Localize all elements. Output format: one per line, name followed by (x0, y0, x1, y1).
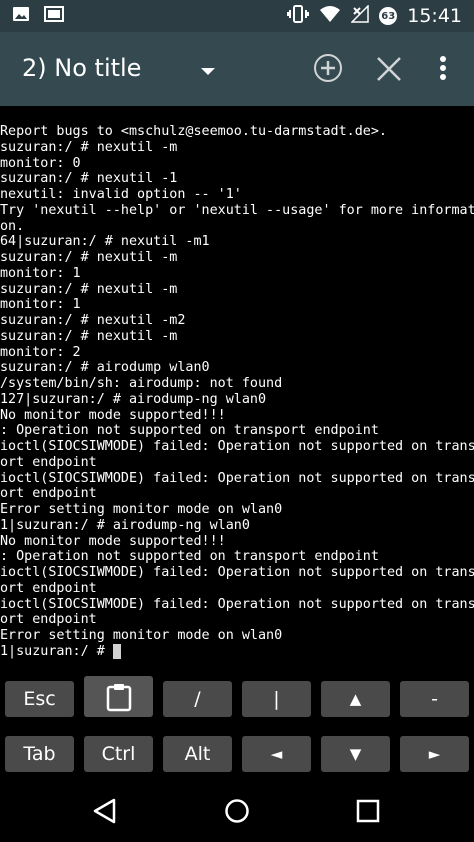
close-session-button[interactable] (374, 54, 404, 84)
session-title[interactable]: 2) No title (22, 54, 141, 82)
back-triangle-icon (93, 798, 116, 824)
terminal-line: suzuran:/ # nexutil -m (0, 250, 178, 265)
status-left-group (0, 5, 64, 27)
terminal-line: 1|suzuran:/ # airodump-ng wlan0 (0, 517, 250, 533)
terminal-lines: Report bugs to <mschulz@seemoo.tu-darmst… (0, 124, 474, 644)
terminal-line: 127|suzuran:/ # airodump-ng wlan0 (0, 391, 267, 407)
pipe-key[interactable]: | (242, 681, 311, 717)
app-bar: 2) No title (0, 32, 474, 106)
terminal-line: ort endpoint (0, 612, 97, 628)
add-circle-icon (314, 54, 342, 82)
terminal-line: monitor: 2 (0, 344, 81, 360)
terminal-line: suzuran:/ # airodump wlan0 (0, 360, 210, 376)
terminal-line: suzuran:/ # nexutil -m (0, 328, 178, 344)
image-icon (12, 5, 30, 27)
terminal-line: No monitor mode supported!!! (0, 407, 226, 423)
more-vert-icon (440, 56, 446, 80)
alt-key[interactable]: Alt (163, 736, 232, 772)
add-session-button[interactable] (312, 52, 344, 84)
home-circle-icon (225, 799, 249, 823)
recents-button[interactable] (356, 799, 380, 827)
terminal-line: on. (0, 218, 25, 234)
status-bar: 63 15:41 (0, 0, 474, 32)
recents-square-icon (356, 799, 380, 823)
extra-keys-bar: Esc / | ▲ - Tab Ctrl Alt ◄ ▼ ► (0, 668, 474, 778)
terminal-line: Error setting monitor mode on wlan0 (0, 502, 283, 517)
terminal-line: ort endpoint (0, 580, 97, 596)
terminal-prompt-line[interactable]: 1|suzuran:/ # (0, 643, 474, 660)
terminal-line: Try 'nexutil --help' or 'nexutil --usage… (0, 202, 474, 218)
dropdown-arrow-icon[interactable] (200, 62, 216, 81)
terminal-line: suzuran:/ # nexutil -m (0, 139, 178, 155)
battery-icon: 63 (379, 7, 398, 25)
terminal-prompt: 1|suzuran:/ # (0, 643, 113, 659)
terminal-line: ioctl(SIOCSIWMODE) failed: Operation not… (0, 596, 474, 612)
terminal-output[interactable]: Report bugs to <mschulz@seemoo.tu-darmst… (0, 124, 474, 664)
photo-frame-icon (44, 5, 64, 27)
ctrl-key[interactable]: Ctrl (84, 736, 153, 772)
terminal-line: nexutil: invalid option -- '1' (0, 187, 242, 202)
slash-key[interactable]: / (163, 681, 232, 717)
terminal-line: ort endpoint (0, 486, 97, 502)
down-arrow-key[interactable]: ▼ (321, 736, 390, 772)
tab-key[interactable]: Tab (5, 736, 74, 772)
terminal-line: ort endpoint (0, 454, 97, 470)
close-icon (377, 57, 401, 81)
terminal-cursor (112, 643, 121, 659)
status-right-group: 63 15:41 (287, 4, 474, 27)
terminal-line: 64|suzuran:/ # nexutil -m1 (0, 234, 210, 250)
home-button[interactable] (224, 798, 250, 828)
terminal-line: ioctl(SIOCSIWMODE) failed: Operation not… (0, 439, 474, 454)
terminal-line: suzuran:/ # nexutil -1 (0, 171, 178, 187)
paste-key[interactable] (84, 676, 153, 717)
clipboard-icon (106, 683, 131, 711)
up-arrow-key[interactable]: ▲ (321, 681, 390, 717)
left-arrow-key[interactable]: ◄ (242, 736, 311, 772)
overflow-menu-button[interactable] (436, 52, 450, 84)
terminal-line: monitor: 1 (0, 297, 81, 313)
terminal-line: suzuran:/ # nexutil -m2 (0, 313, 186, 328)
terminal-line: monitor: 0 (0, 155, 81, 171)
terminal-line: : Operation not supported on transport e… (0, 549, 379, 565)
terminal-line: : Operation not supported on transport e… (0, 423, 379, 439)
terminal-line: Error setting monitor mode on wlan0 (0, 628, 283, 643)
status-time: 15:41 (407, 5, 462, 27)
vibrate-icon (287, 5, 310, 27)
terminal-line: No monitor mode supported!!! (0, 533, 226, 549)
terminal-line: Report bugs to <mschulz@seemoo.tu-darmst… (0, 124, 387, 139)
system-nav-bar (0, 780, 474, 842)
back-button[interactable] (92, 798, 118, 828)
terminal-line: monitor: 1 (0, 265, 81, 281)
terminal-line: ioctl(SIOCSIWMODE) failed: Operation not… (0, 470, 474, 486)
esc-key[interactable]: Esc (5, 681, 74, 717)
right-arrow-key[interactable]: ► (400, 736, 469, 772)
no-signal-icon (350, 4, 369, 27)
terminal-line: suzuran:/ # nexutil -m (0, 281, 178, 297)
dash-key[interactable]: - (400, 681, 469, 717)
wifi-icon (319, 5, 341, 27)
terminal-line: /system/bin/sh: airodump: not found (0, 376, 283, 391)
terminal-line: ioctl(SIOCSIWMODE) failed: Operation not… (0, 565, 474, 580)
